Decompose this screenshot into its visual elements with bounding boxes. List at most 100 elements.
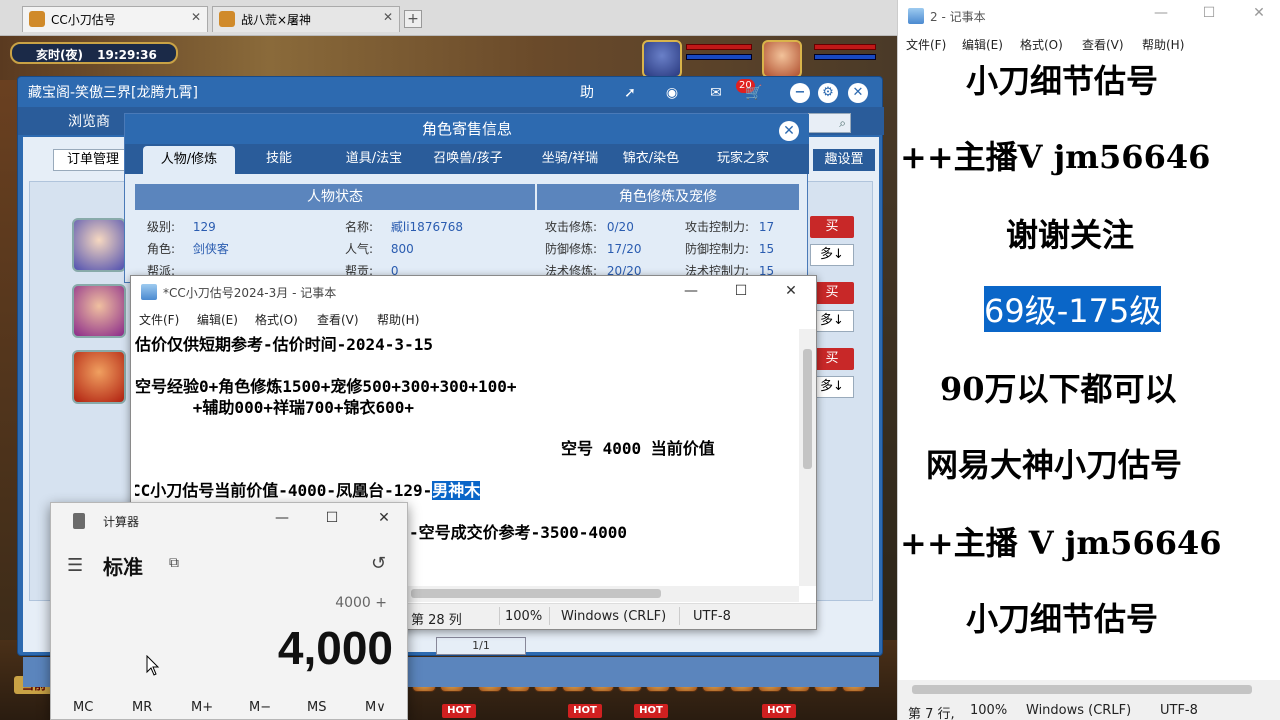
close-button[interactable]: ✕ — [776, 280, 806, 302]
hot-badge: HOT — [568, 704, 602, 718]
tab-mounts[interactable]: 坐骑/祥瑞 — [519, 144, 621, 174]
calculator-icon — [73, 513, 85, 529]
pet-portrait[interactable] — [642, 40, 682, 78]
record-icon[interactable]: ◉ — [658, 79, 686, 107]
menu-help[interactable]: 帮助(H) — [377, 311, 419, 328]
browser-tab-zhan[interactable]: 战八荒×屠神 ✕ — [212, 6, 400, 32]
close-icon[interactable]: ✕ — [779, 121, 799, 141]
player-portrait[interactable] — [762, 40, 802, 78]
game-clock: 亥时(夜) 19:29:36 — [10, 42, 178, 64]
settings-tab[interactable]: 趣设置 — [813, 149, 875, 171]
text-segment: CC小刀估号当前价值-4000-凤凰台-129- — [135, 481, 433, 500]
name-label: 名称: — [345, 220, 374, 234]
mouse-cursor-icon — [146, 655, 160, 676]
menu-view[interactable]: 查看(V) — [317, 311, 359, 328]
tab-skills[interactable]: 技能 — [245, 144, 313, 174]
name-value: 臧li1876768 — [390, 220, 463, 234]
text-line: CC小刀估号当前价值-4000-凤凰台-129-男神木 — [135, 477, 481, 501]
browser-tab-cc[interactable]: CC小刀估号 ✕ — [22, 6, 208, 32]
menu-format[interactable]: 格式(O) — [1020, 36, 1063, 53]
menu-format[interactable]: 格式(O) — [255, 311, 298, 328]
memory-store-button[interactable]: MS — [307, 700, 326, 715]
dialog-title: 角色寄售信息 — [125, 114, 809, 144]
notepad-icon — [908, 8, 924, 24]
browser-tab-bar: CC小刀估号 ✕ 战八荒×屠神 ✕ + — [0, 0, 897, 36]
scroll-thumb[interactable] — [411, 589, 661, 598]
calculator-window: 计算器 — ☐ ✕ ☰ 标准 ⧉ ↺ 4000 + 4,000 MC MR M+… — [50, 502, 408, 720]
close-button[interactable]: ✕ — [1244, 2, 1274, 24]
maximize-button[interactable]: ☐ — [726, 280, 756, 302]
close-icon[interactable]: ✕ — [848, 83, 868, 103]
minimize-button[interactable]: — — [1146, 2, 1176, 24]
cart-icon[interactable]: 🛒 — [740, 79, 768, 107]
clock-period: 亥时(夜) — [36, 48, 83, 62]
text-line: -空号成交价参考-3500-4000 — [409, 523, 627, 542]
hot-badge: HOT — [442, 704, 476, 718]
notepad-text-area[interactable]: 小刀细节估号 ++主播V jm56646 谢谢关注 69级-175级 90万以下… — [898, 54, 1280, 678]
close-icon[interactable]: ✕ — [383, 10, 393, 24]
page-indicator[interactable]: 1/1 — [436, 637, 526, 655]
menu-view[interactable]: 查看(V) — [1082, 36, 1124, 53]
browser-tab-label: CC小刀估号 — [51, 13, 116, 27]
tab-browse[interactable]: 浏览商 — [68, 111, 110, 131]
notepad-icon — [141, 284, 157, 300]
game-favicon-icon — [219, 11, 235, 27]
scroll-thumb[interactable] — [912, 685, 1252, 694]
tab-home[interactable]: 玩家之家 — [701, 144, 785, 174]
dialog-tabs: 人物/修炼 技能 道具/法宝 召唤兽/孩子 坐骑/祥瑞 锦衣/染色 玩家之家 — [125, 144, 809, 174]
search-icon[interactable]: ⌕ — [839, 116, 846, 131]
more-button[interactable]: 多↓ — [810, 244, 854, 266]
message-icon[interactable]: ✉ — [702, 79, 730, 107]
help-button[interactable]: 助 — [573, 79, 601, 107]
cultivation-header: 角色修炼及宠修 — [537, 184, 799, 210]
menu-file[interactable]: 文件(F) — [906, 36, 946, 53]
minimize-icon[interactable]: − — [790, 83, 810, 103]
tab-items[interactable]: 道具/法宝 — [329, 144, 419, 174]
minimize-button[interactable]: — — [676, 280, 706, 302]
memory-recall-button[interactable]: MR — [132, 700, 152, 715]
tab-character[interactable]: 人物/修炼 — [143, 146, 235, 174]
text-line: ++主播V jm56646 — [900, 138, 1211, 176]
horizontal-scrollbar[interactable] — [898, 680, 1280, 700]
memory-clear-button[interactable]: MC — [73, 700, 93, 715]
role-avatar[interactable] — [72, 350, 126, 404]
attack-control-label: 攻击控制力: — [685, 220, 750, 234]
memory-subtract-button[interactable]: M− — [249, 700, 271, 715]
menu-edit[interactable]: 编辑(E) — [962, 36, 1003, 53]
maximize-button[interactable]: ☐ — [317, 507, 347, 529]
scroll-thumb[interactable] — [803, 349, 812, 469]
role-avatar[interactable] — [72, 284, 126, 338]
new-tab-button[interactable]: + — [404, 10, 422, 28]
share-icon[interactable]: ➚ — [616, 79, 644, 107]
role-avatar[interactable] — [72, 218, 126, 272]
tab-outfits[interactable]: 锦衣/染色 — [611, 144, 691, 174]
text-line: 90万以下都可以 — [940, 370, 1177, 408]
maximize-button[interactable]: ☐ — [1194, 2, 1224, 24]
menu-file[interactable]: 文件(F) — [139, 311, 179, 328]
close-icon[interactable]: ✕ — [191, 10, 201, 24]
text-line: 网易大神小刀估号 — [926, 446, 1183, 484]
hamburger-icon[interactable]: ☰ — [67, 555, 83, 576]
order-management-button[interactable]: 订单管理 — [53, 149, 133, 171]
text-line: 估价仅供短期参考-估价时间-2024-3-15 — [135, 335, 433, 354]
text-line: 小刀细节估号 — [966, 62, 1159, 100]
menu-help[interactable]: 帮助(H) — [1142, 36, 1184, 53]
zoom-level: 100% — [970, 703, 1008, 718]
history-icon[interactable]: ↺ — [371, 553, 386, 574]
menu-edit[interactable]: 编辑(E) — [197, 311, 238, 328]
tab-summons[interactable]: 召唤兽/孩子 — [421, 144, 515, 174]
keep-on-top-icon[interactable]: ⧉ — [169, 555, 179, 571]
close-button[interactable]: ✕ — [369, 507, 399, 529]
text-line: 小刀细节估号 — [966, 600, 1159, 638]
status-divider — [499, 607, 500, 625]
minimize-button[interactable]: — — [267, 507, 297, 529]
status-header: 人物状态 — [135, 184, 535, 210]
memory-list-button[interactable]: M∨ — [365, 700, 386, 715]
notepad-titlebar[interactable]: *CC小刀估号2024-3月 - 记事本 — ☐ ✕ — [131, 276, 816, 307]
gear-icon[interactable]: ⚙ — [818, 83, 838, 103]
role-label: 角色: — [147, 242, 176, 256]
clock-time: 19:29:36 — [97, 48, 157, 62]
memory-add-button[interactable]: M+ — [191, 700, 213, 715]
buy-button[interactable]: 买 — [810, 216, 854, 238]
vertical-scrollbar[interactable] — [799, 329, 816, 586]
